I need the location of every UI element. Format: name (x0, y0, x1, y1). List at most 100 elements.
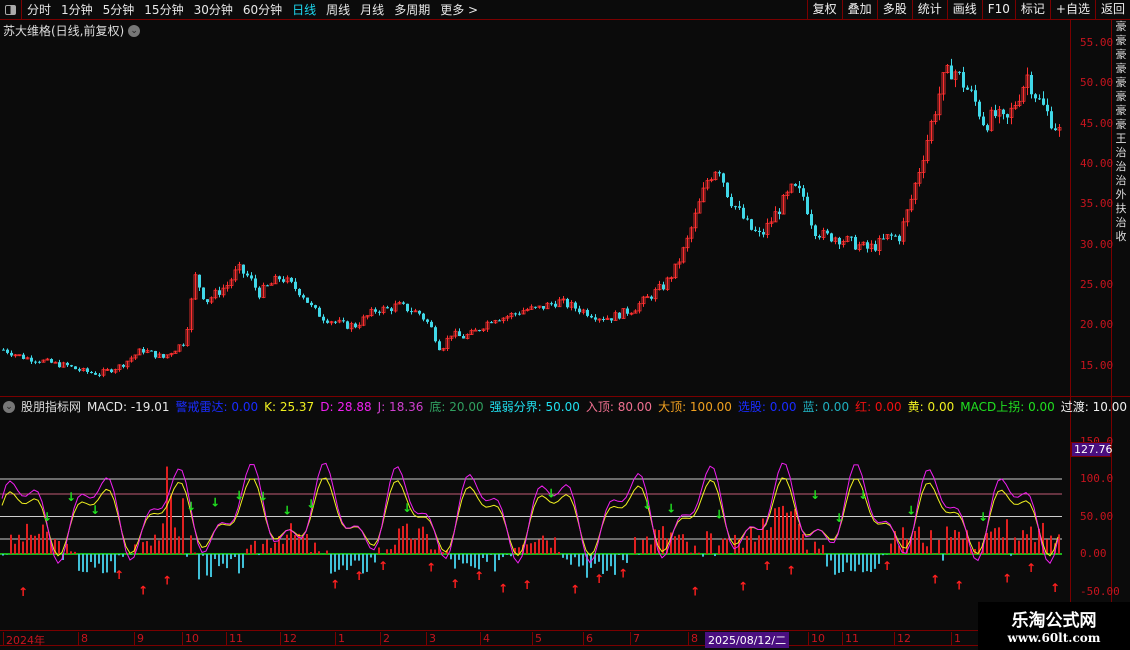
chevron-down-icon[interactable]: ⌄ (3, 400, 15, 413)
candle-body (974, 90, 977, 102)
sell-arrow-icon: ↓ (666, 502, 676, 516)
macd-bar (194, 552, 196, 554)
indicator-value-11: 红: 0.00 (855, 400, 902, 414)
macd-bar (302, 536, 304, 554)
kline-chart[interactable]: ↑ ↓ ↓ ↓ ↑ ↑ ↑ ↓ ↓ ↓ ↓ ↓ ↓ ↑ ↑ ↑ ↓ ↑ ↑ ↑ ↑ ↑ ↓ ↑ ↑ ↑ ↓ ↓ ↑ ↓ ↑ ↑ ↑ ↓ ↓ ↓ ↑ ↓ ↑ ↑… (0, 0, 1070, 630)
candle-body (890, 234, 893, 236)
macd-bar (374, 554, 376, 563)
macd-bar (394, 544, 396, 554)
candle-body (574, 302, 577, 309)
macd-bar (1046, 539, 1048, 554)
candle-body (830, 233, 833, 242)
candle-body (866, 242, 869, 249)
macd-bar (950, 537, 952, 554)
macd-bar (690, 552, 692, 554)
macd-bar (458, 554, 460, 560)
panel-separator (0, 396, 1130, 397)
macd-bar (674, 536, 676, 554)
date-label: 12 (280, 632, 297, 646)
macd-bar (462, 554, 464, 564)
macd-bar (710, 533, 712, 554)
macd-bar (570, 554, 572, 565)
candle-body (150, 350, 153, 352)
candle-body (78, 369, 81, 371)
macd-bar (498, 554, 500, 561)
candle-body (534, 306, 537, 308)
price-tick: 45.00 (1080, 116, 1114, 130)
macd-bar (850, 554, 852, 571)
candle-body (38, 361, 41, 363)
sell-arrow-icon: ↓ (186, 499, 196, 513)
macd-bar (606, 554, 608, 571)
macd-bar (358, 554, 360, 561)
macd-bar (546, 540, 548, 554)
candle-body (586, 310, 589, 316)
sell-arrow-icon: ↓ (66, 490, 76, 504)
macd-bar (454, 554, 456, 569)
macd-bar (558, 551, 560, 554)
price-tick: 50.00 (1080, 76, 1114, 90)
macd-bar (814, 541, 816, 554)
macd-bar (526, 544, 528, 554)
buy-arrow-icon: ↑ (1026, 561, 1036, 575)
candle-body (498, 320, 501, 322)
macd-bar (642, 539, 644, 554)
macd-bar (502, 554, 504, 558)
macd-bar (346, 554, 348, 571)
buy-arrow-icon: ↑ (474, 569, 484, 583)
macd-bar (314, 542, 316, 554)
candle-body (566, 298, 569, 308)
candle-body (542, 306, 545, 309)
candle-body (894, 235, 897, 237)
candle-body (310, 302, 313, 306)
candle-body (550, 303, 553, 305)
macd-bar (98, 554, 100, 564)
candle-body (854, 236, 857, 250)
macd-bar (798, 523, 800, 554)
candle-body (754, 229, 757, 231)
candle-body (10, 352, 13, 356)
sell-arrow-icon: ↓ (714, 508, 724, 522)
macd-bar (1002, 537, 1004, 554)
date-label: 12 (894, 632, 911, 646)
sell-arrow-icon: ↓ (210, 495, 220, 509)
candle-body (970, 89, 973, 91)
indicator-tick: 0.00 (1080, 547, 1107, 560)
candle-body (266, 285, 269, 287)
price-tick: 30.00 (1080, 237, 1114, 251)
candle-body (306, 297, 309, 303)
candle-body (206, 299, 209, 303)
price-tick: 15.00 (1080, 358, 1114, 372)
side-strip[interactable]: 豪豪豪豪豪豪豪豪王治治治外扶治收 (1112, 20, 1130, 610)
indicator-value-7: 入顶: 80.00 (585, 400, 653, 414)
indicator-value-6: 强弱分界: 50.00 (489, 400, 580, 414)
buy-arrow-icon: ↑ (570, 582, 580, 596)
macd-bar (702, 554, 704, 557)
candle-body (74, 366, 77, 370)
macd-bar (238, 554, 240, 574)
candle-body (662, 284, 665, 290)
macd-bar (1050, 535, 1052, 554)
toolbar-button-8[interactable]: 返回 (1094, 0, 1130, 20)
macd-bar (862, 554, 864, 573)
macd-bar (598, 554, 600, 562)
buy-arrow-icon: ↑ (786, 563, 796, 577)
watermark-logo: 乐淘公式网 www.60lt.com (978, 602, 1130, 650)
date-axis: 2025/08/12/二 2024年 8 9 10 11 12 1 2 3 4 5 6 7 8 10 11 12 1 (0, 630, 1070, 648)
candle-body (290, 277, 293, 282)
macd-bar (46, 531, 48, 554)
macd-bar (390, 549, 392, 554)
candle-body (730, 197, 733, 207)
buy-arrow-icon: ↑ (618, 566, 628, 580)
candle-body (342, 320, 345, 322)
candle-body (154, 350, 157, 358)
candle-body (418, 310, 421, 314)
macd-bar (958, 531, 960, 554)
candle-body (750, 219, 753, 230)
macd-bar (94, 554, 96, 568)
macd-bar (466, 554, 468, 564)
macd-bar (366, 554, 368, 572)
candle-body (458, 331, 461, 337)
buy-arrow-icon: ↑ (882, 559, 892, 573)
indicator-name[interactable]: 股朋指标网 (21, 398, 81, 415)
